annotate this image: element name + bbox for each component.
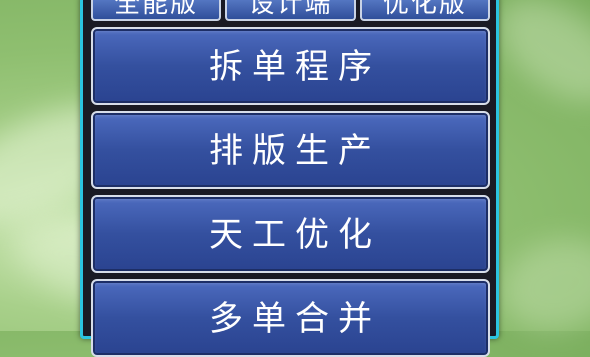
layout-production-button[interactable]: 排版生产: [91, 111, 490, 189]
tab-full-version[interactable]: 全能版: [91, 0, 222, 21]
background-highlight: [490, 226, 590, 344]
tab-design-version[interactable]: 设计端: [225, 0, 356, 21]
tiangong-optimize-button[interactable]: 天工优化: [91, 195, 490, 273]
menu-panel: 全能版 设计端 优化版 拆单程序 排版生产 天工优化 多单合并: [80, 0, 499, 357]
tab-optimized-version[interactable]: 优化版: [359, 0, 490, 21]
split-order-button[interactable]: 拆单程序: [91, 27, 490, 105]
merge-orders-button[interactable]: 多单合并: [91, 279, 490, 357]
version-tabs: 全能版 设计端 优化版: [91, 0, 490, 21]
